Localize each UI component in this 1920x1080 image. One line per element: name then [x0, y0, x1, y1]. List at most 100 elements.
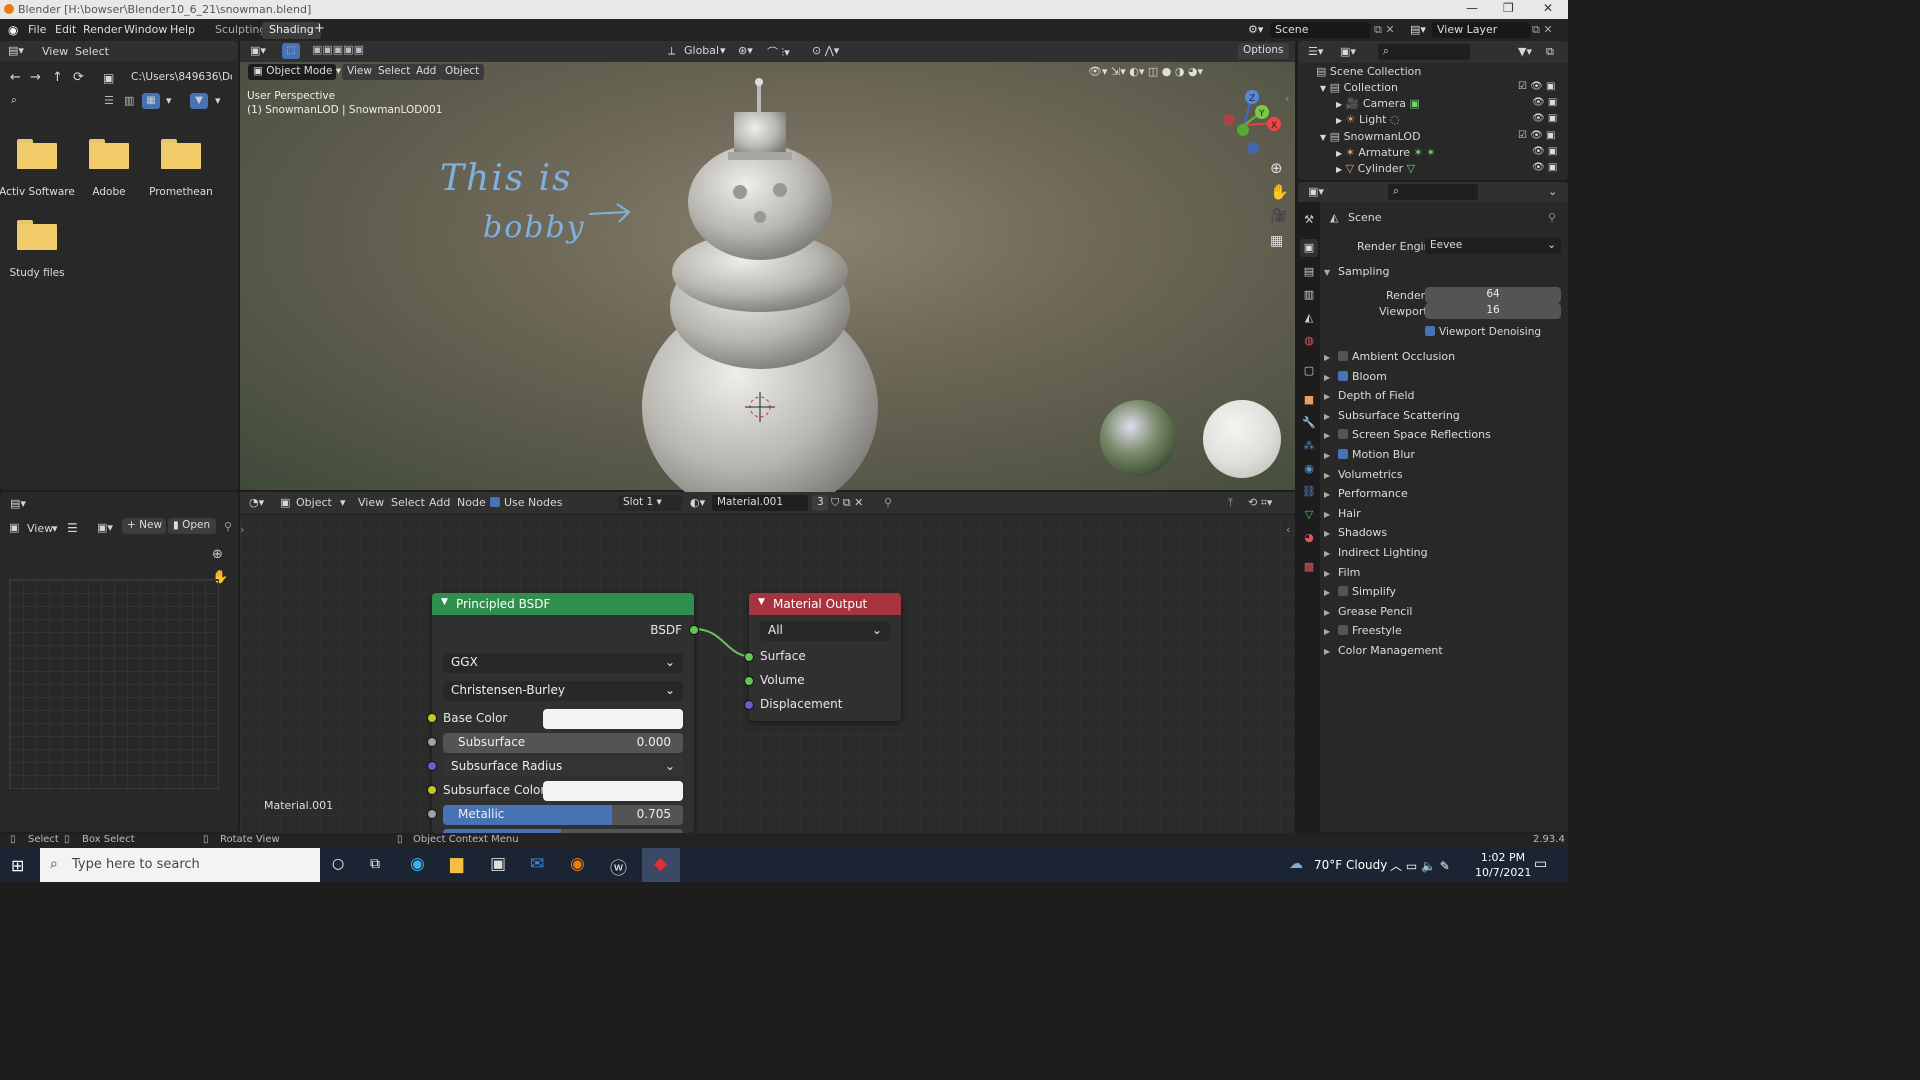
sidebar-toggle-icon[interactable]: ‹ [1286, 523, 1290, 536]
menu-render[interactable]: Render [83, 23, 122, 36]
visibility-toggles[interactable]: ☑ 👁 ▣ [1518, 130, 1555, 141]
subsurface-radius-socket[interactable] [427, 761, 437, 771]
expand-arrow-icon[interactable]: ▶ [1324, 471, 1338, 480]
checkbox[interactable] [1338, 586, 1348, 597]
image-menu-view[interactable]: View [27, 522, 53, 535]
file-explorer-icon[interactable]: ▆ [450, 854, 463, 874]
scene-selector[interactable]: Scene [1270, 22, 1370, 38]
view-layer-selector[interactable]: View Layer [1432, 22, 1530, 38]
subsurface-color-socket[interactable] [427, 785, 437, 795]
filter-options-icon[interactable]: ▾ [215, 94, 221, 107]
back-icon[interactable]: ← [10, 70, 21, 85]
dropdown-arrow[interactable]: ▾ [340, 496, 346, 509]
expand-arrow-icon[interactable]: ▼ [1320, 84, 1326, 93]
forward-icon[interactable]: → [30, 70, 41, 85]
bsdf-output-socket[interactable] [689, 625, 699, 635]
dropdown-arrow[interactable]: ▾ [720, 44, 726, 57]
system-tray-icons[interactable]: ︿ ▭ 🔈 ✎ [1390, 857, 1450, 874]
options-dropdown-icon[interactable]: ⌄ [1548, 185, 1557, 198]
options-button[interactable]: Options [1238, 43, 1289, 59]
material-browse-icon[interactable]: ◐▾ [690, 496, 705, 509]
surface-socket[interactable] [744, 652, 754, 662]
expand-arrow-icon[interactable]: ▶ [1336, 149, 1342, 158]
file-menu-view[interactable]: View [42, 45, 68, 58]
expand-arrow-icon[interactable]: ▶ [1324, 353, 1338, 362]
base-color-socket[interactable] [427, 713, 437, 723]
expand-arrow-icon[interactable]: ▶ [1324, 412, 1338, 421]
displacement-socket[interactable] [744, 700, 754, 710]
viewport-menu-view[interactable]: View [342, 64, 377, 80]
transform-orientation[interactable]: Global [684, 44, 719, 57]
expand-arrow-icon[interactable]: ▶ [1324, 588, 1338, 597]
properties-search-input[interactable]: ⌕ [1388, 184, 1478, 200]
expand-arrow-icon[interactable]: ▶ [1324, 647, 1338, 656]
material-name-field[interactable]: Material.001 [712, 495, 808, 511]
editor-type-icon[interactable]: ▣▾ [1308, 185, 1324, 198]
maximize-button[interactable]: ❐ [1503, 1, 1514, 15]
render-samples-field[interactable]: 64 [1425, 287, 1561, 303]
pin-icon[interactable]: ⚲ [224, 520, 232, 533]
material-tab-icon[interactable]: ◕ [1300, 529, 1318, 547]
texture-tab-icon[interactable]: ▩ [1300, 558, 1318, 576]
editor-type-icon[interactable]: ▤▾ [10, 497, 26, 510]
edge-browser-icon[interactable]: ◉ [410, 854, 425, 874]
output-target-dropdown[interactable]: All ⌄ [760, 621, 890, 641]
image-editor-mode-icon[interactable]: ▣ [9, 521, 19, 534]
expand-arrow-icon[interactable]: ▶ [1324, 510, 1338, 519]
expand-arrow-icon[interactable]: ▶ [1336, 165, 1342, 174]
outliner-row-cylinder[interactable]: ▶ ▽ Cylinder ▽ [1336, 162, 1415, 175]
active-app-highlight[interactable]: ◆ [642, 848, 680, 882]
outliner-row-collection[interactable]: ▼ ▤ Collection [1320, 81, 1398, 94]
outliner-row-snowmanlod[interactable]: ▼ ▤ SnowmanLOD [1320, 130, 1421, 143]
scene-icon[interactable]: ⚙▾ [1248, 23, 1263, 36]
node-menu-view[interactable]: View [358, 496, 384, 509]
3d-viewport[interactable]: ▣ Object Mode ▾ View Select Add Object 👁… [240, 62, 1295, 492]
collection-tab-icon[interactable]: ▢ [1300, 362, 1318, 380]
tab-shading[interactable]: Shading [262, 22, 321, 39]
gizmo-neg-y[interactable] [1237, 124, 1249, 136]
subsurface-radius-dropdown[interactable]: Subsurface Radius ⌄ [443, 757, 683, 777]
node-menu-add[interactable]: Add [429, 496, 450, 509]
shader-type-icon[interactable]: ▣ [280, 496, 290, 509]
use-nodes-toggle[interactable]: Use Nodes [490, 496, 563, 509]
new-scene-icon[interactable]: ⧉ ✕ [1374, 23, 1395, 37]
panel-volumetrics[interactable]: ▶ Volumetrics [1324, 468, 1403, 481]
viewport-menu-object[interactable]: Object [440, 64, 485, 80]
outliner-row-armature[interactable]: ▶ ✶ Armature ✶ ✶ [1336, 146, 1435, 159]
select-tool-icon[interactable]: ⬚ [282, 43, 300, 59]
clock-time[interactable]: 1:02 PM [1480, 851, 1526, 864]
outliner-row-light[interactable]: ▶ ☀ Light ◌ [1336, 113, 1400, 126]
zoom-icon[interactable]: ⊕ [1270, 159, 1283, 177]
panel-grease-pencil[interactable]: ▶ Grease Pencil [1324, 605, 1412, 618]
panel-sampling[interactable]: ▼ Sampling [1324, 265, 1390, 278]
viewport-menu-add[interactable]: Add [411, 64, 442, 80]
view-layer-icon[interactable]: ▤▾ [1410, 23, 1426, 36]
snowman-model[interactable] [630, 72, 890, 492]
weather-icon[interactable]: ☁ [1289, 856, 1303, 872]
shader-type-selector[interactable]: Object [296, 496, 332, 509]
pin-icon[interactable]: ⚲ [884, 496, 892, 509]
viewport-denoising-toggle[interactable]: Viewport Denoising [1425, 326, 1541, 338]
output-tab-icon[interactable]: ▤ [1300, 263, 1318, 281]
notifications-icon[interactable]: ▭ [1534, 856, 1547, 872]
new-image-button[interactable]: + New [122, 518, 166, 534]
close-window-button[interactable]: ✕ [1543, 1, 1553, 15]
blender-menu-icon[interactable]: ◉ [8, 23, 18, 37]
panel-film[interactable]: ▶ Film [1324, 566, 1360, 579]
ortho-grid-icon[interactable]: ▦ [1270, 233, 1283, 249]
file-menu-select[interactable]: Select [75, 45, 109, 58]
menu-file[interactable]: File [28, 23, 46, 36]
proportional-edit-icon[interactable]: ⊙ ⋀▾ [812, 44, 839, 57]
expand-arrow-icon[interactable]: ▶ [1324, 431, 1338, 440]
gizmo-neg-z[interactable] [1247, 142, 1259, 154]
tool-tab-icon[interactable]: ⚒ [1300, 211, 1318, 229]
node-menu-node[interactable]: Node [457, 496, 486, 509]
visibility-icons[interactable]: 👁▾ ⇲▾ ◐▾ ◫ ● ◑ ◕▾ [1088, 65, 1203, 78]
checkbox[interactable] [1338, 625, 1348, 636]
panel-freestyle[interactable]: ▶ Freestyle [1324, 624, 1402, 637]
slot-selector[interactable]: Slot 1 ▾ [618, 495, 682, 511]
expand-arrow-icon[interactable]: ▶ [1324, 549, 1338, 558]
volume-socket[interactable] [744, 676, 754, 686]
physics-tab-icon[interactable]: ◉ [1300, 460, 1318, 478]
panel-motion-blur[interactable]: ▶ Motion Blur [1324, 448, 1415, 461]
